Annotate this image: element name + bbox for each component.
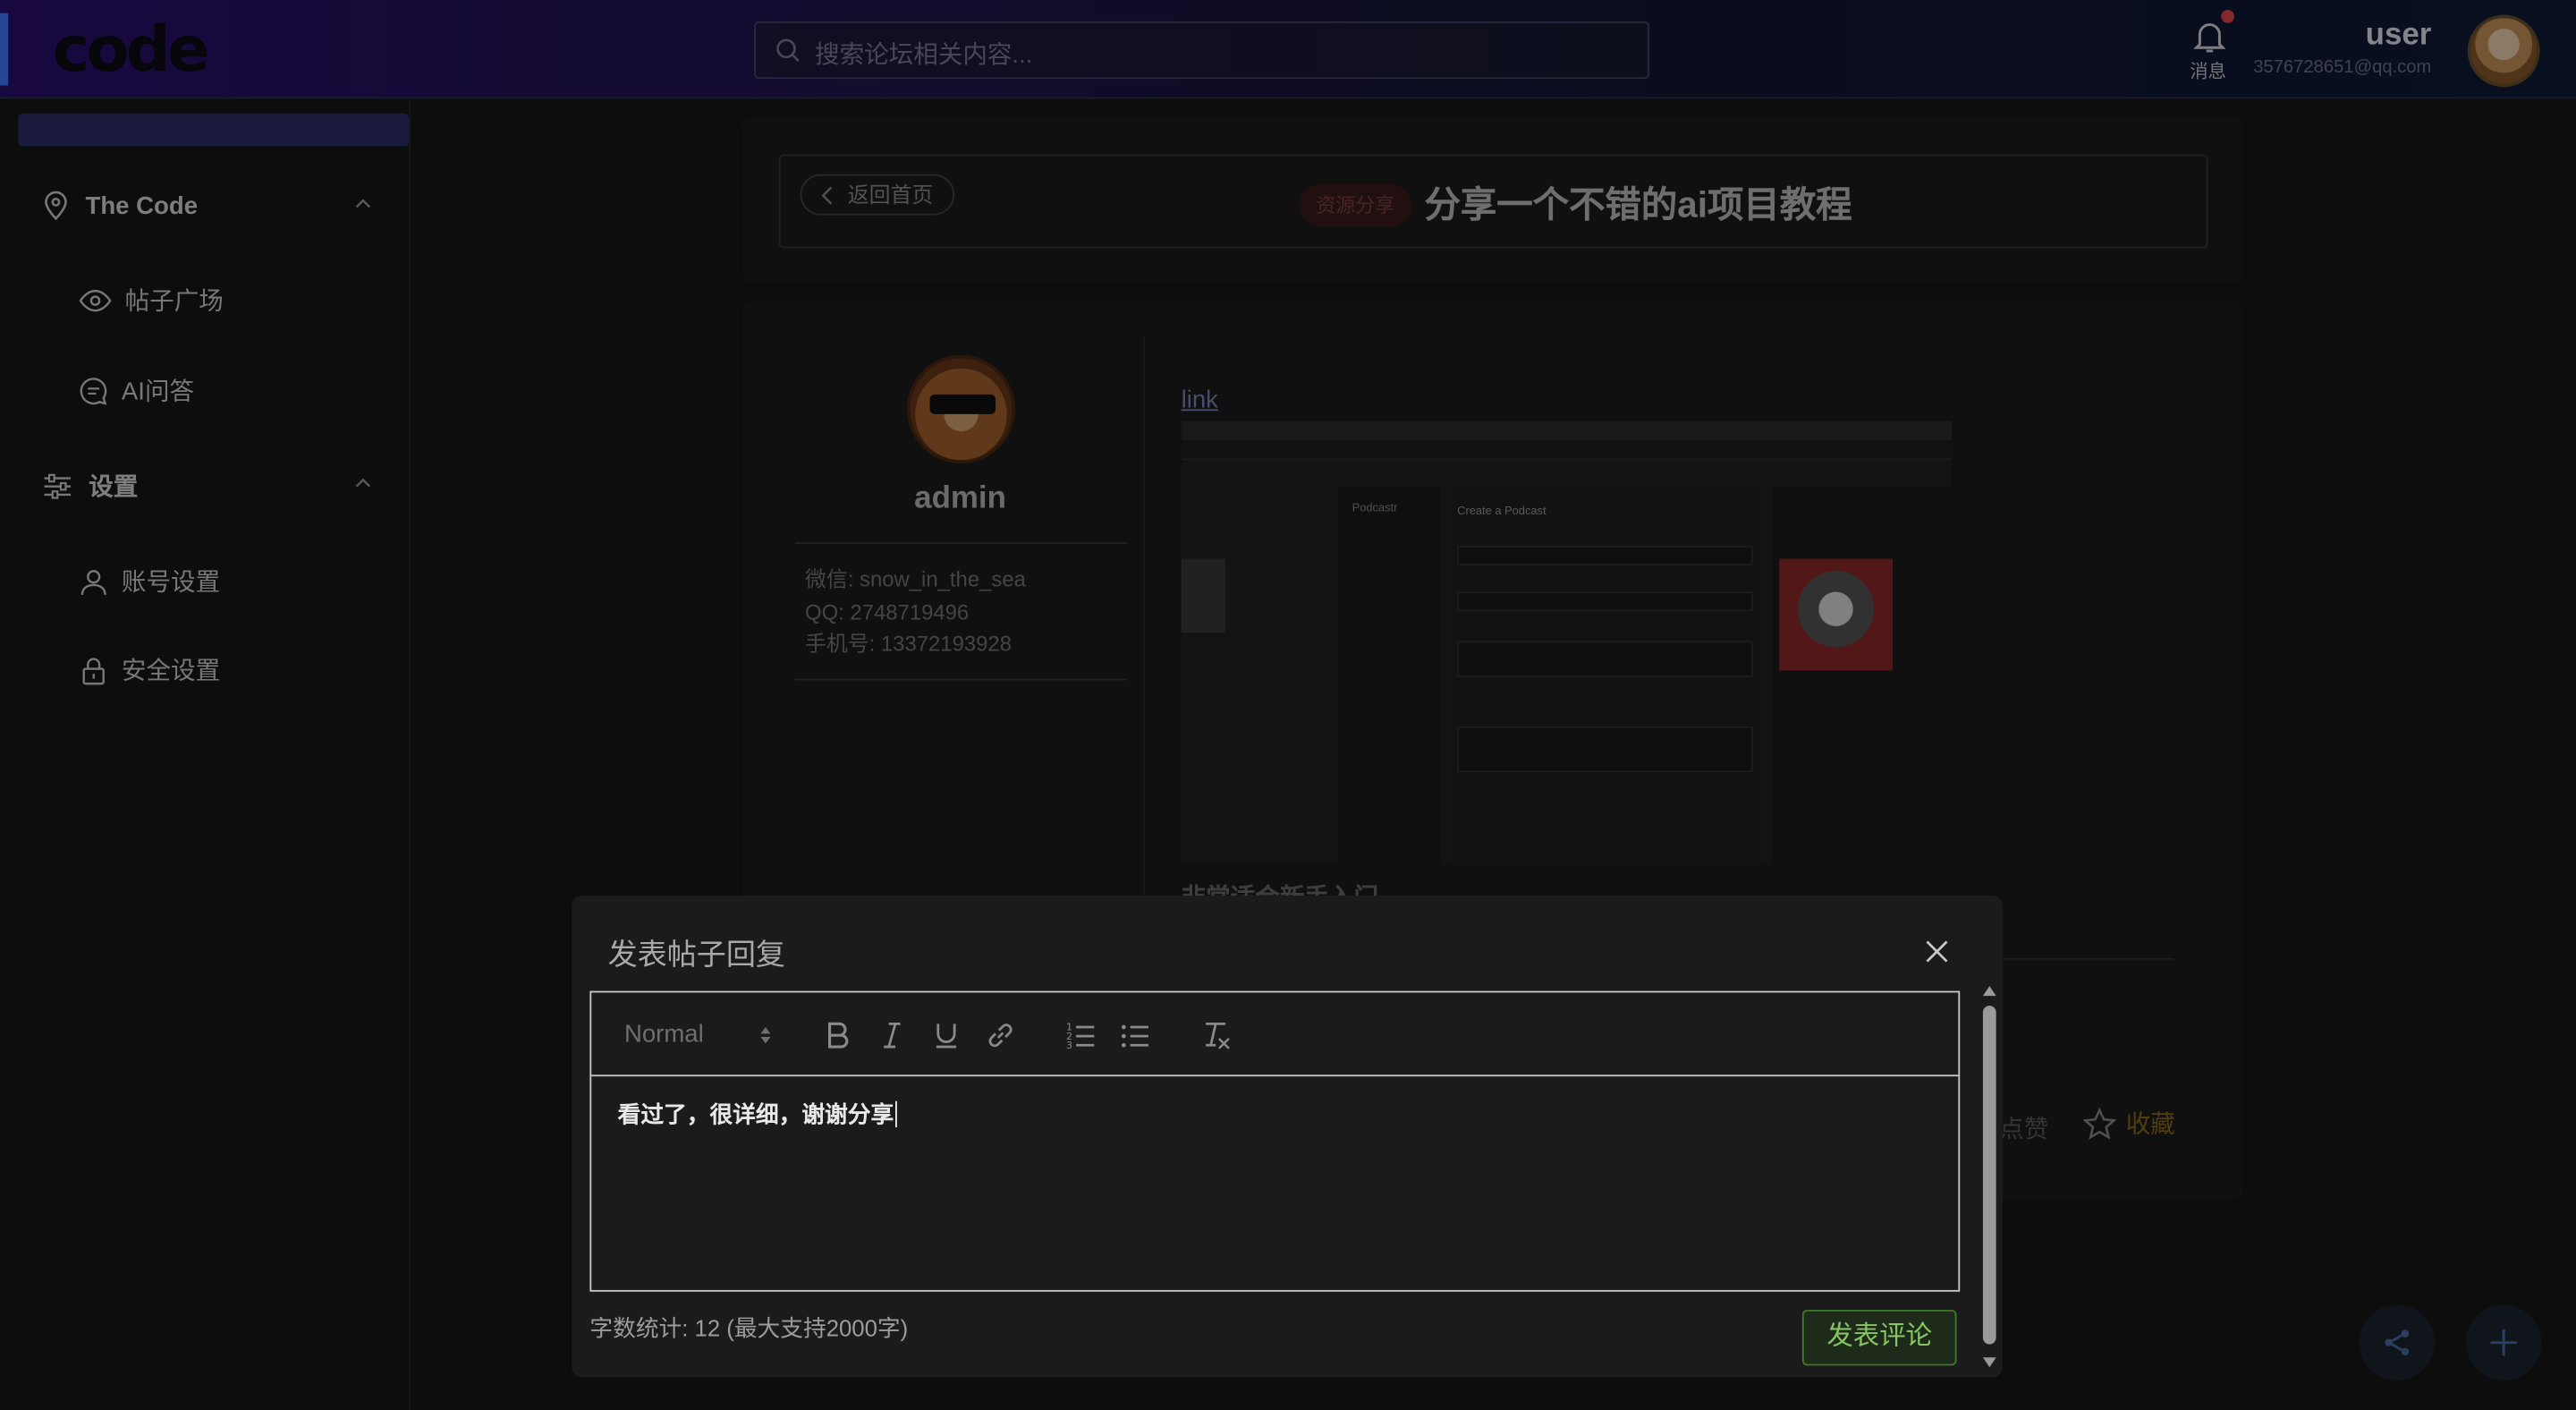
editor-toolbar: Normal 123 [591, 992, 1959, 1077]
underline-icon[interactable] [930, 1019, 963, 1052]
editor-content[interactable]: 看过了，很详细，谢谢分享 [618, 1098, 897, 1131]
clear-format-icon[interactable] [1199, 1019, 1233, 1052]
scroll-down-arrow-icon[interactable] [1982, 1357, 1996, 1368]
close-icon[interactable] [1924, 939, 1950, 964]
link-icon[interactable] [984, 1019, 1017, 1052]
dialog-scrollbar[interactable] [1978, 981, 2001, 1374]
select-arrows-icon [760, 1027, 771, 1044]
scrollbar-thumb[interactable] [1982, 1006, 1996, 1345]
submit-comment-button[interactable]: 发表评论 [1801, 1309, 1957, 1366]
bold-icon[interactable] [821, 1019, 854, 1052]
app-root: code 搜索论坛相关内容... 消息 user 3576728651@qq.c… [0, 0, 2576, 1410]
reply-dialog: 发表帖子回复 Normal 123 看过了，很详细，谢谢分享 字数统计: 12 … [572, 896, 2003, 1378]
dialog-title: 发表帖子回复 [607, 938, 785, 972]
word-counter: 字数统计: 12 (最大支持2000字) [589, 1314, 909, 1341]
bullet-list-icon[interactable] [1119, 1019, 1152, 1052]
reply-text: 看过了，很详细，谢谢分享 [617, 1100, 894, 1128]
format-select[interactable]: Normal [623, 1020, 771, 1049]
format-select-value: Normal [623, 1020, 704, 1049]
ordered-list-icon[interactable]: 123 [1064, 1019, 1097, 1052]
svg-text:3: 3 [1066, 1040, 1072, 1051]
scroll-up-arrow-icon[interactable] [1982, 986, 1996, 997]
text-caret [895, 1100, 897, 1128]
rich-text-editor: Normal 123 看过了，很详细，谢谢分享 [589, 990, 1961, 1292]
italic-icon[interactable] [876, 1019, 909, 1052]
